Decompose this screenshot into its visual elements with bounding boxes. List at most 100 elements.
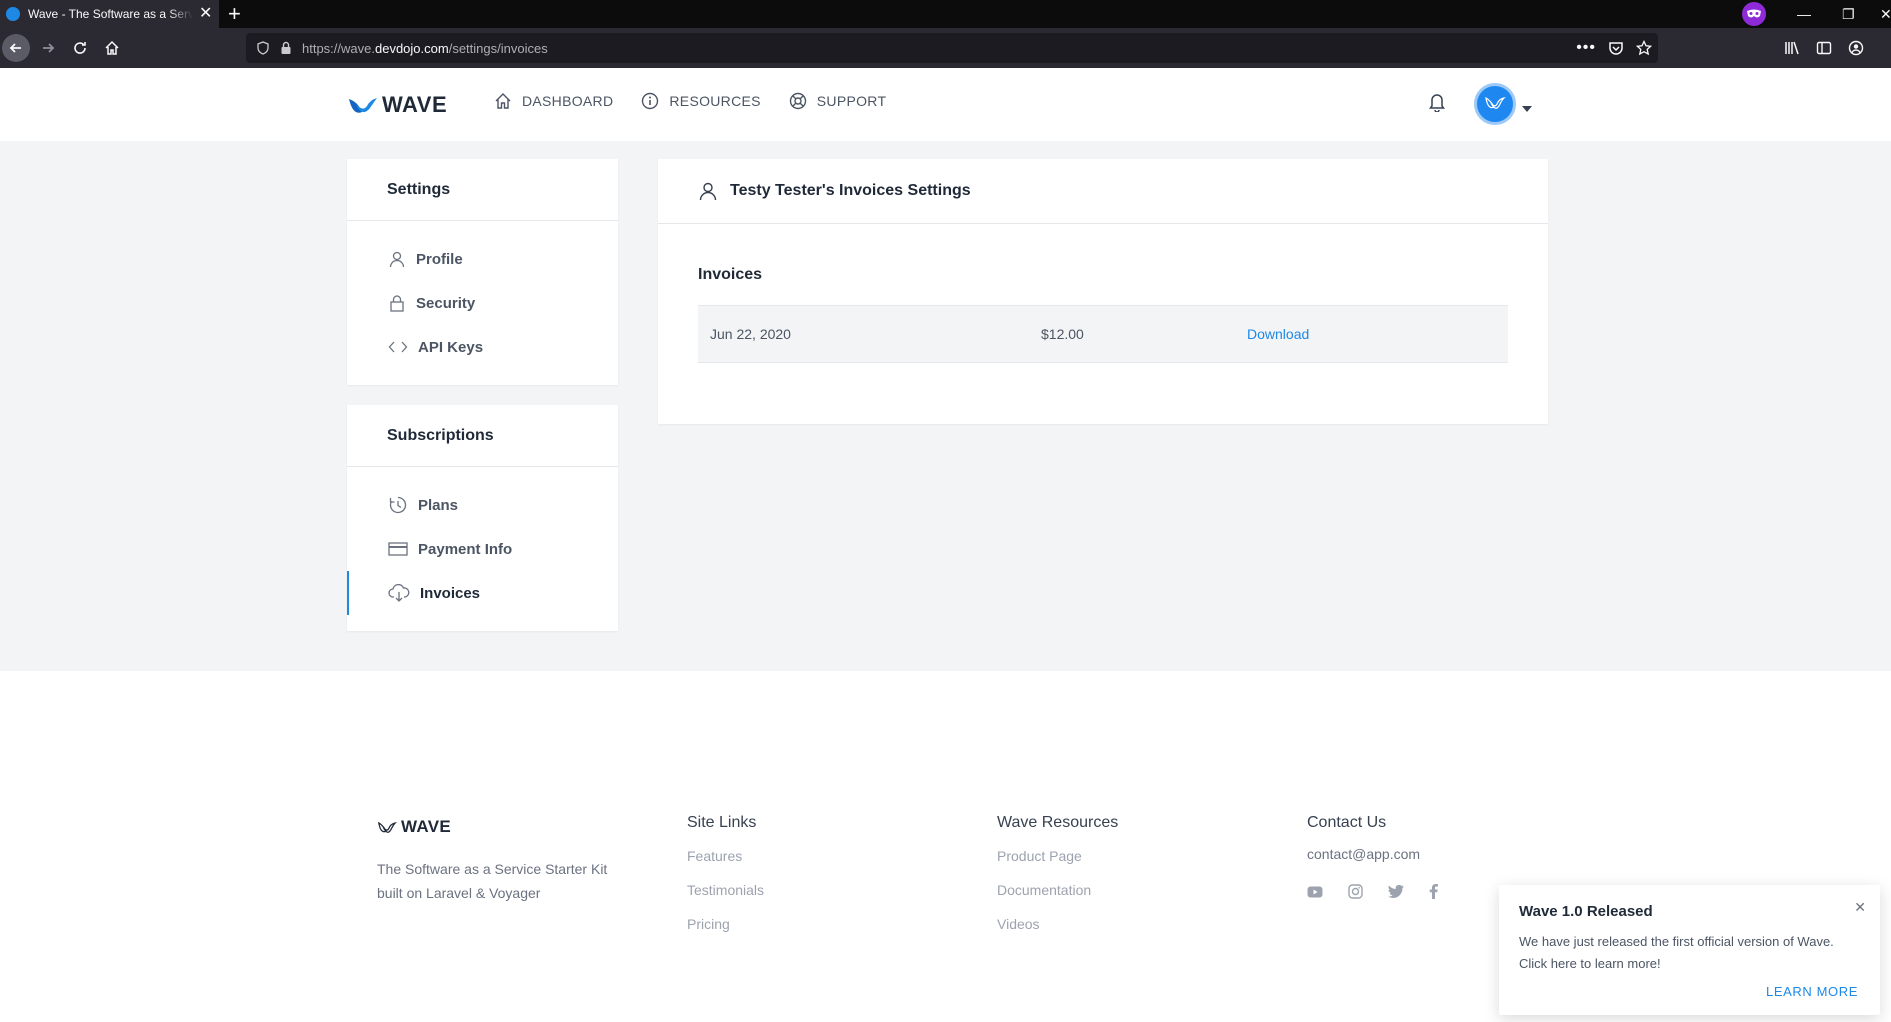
main-nav: DASHBOARD RESOURCES SUPPORT (494, 92, 914, 110)
forward-button[interactable] (34, 34, 62, 62)
lock-icon (281, 41, 291, 54)
page-title: Testy Tester's Invoices Settings (730, 182, 971, 199)
sidebar-item-plans[interactable]: Plans (347, 483, 618, 527)
sidebar-item-label: Payment Info (418, 540, 513, 558)
home-icon (495, 93, 511, 109)
nav-dashboard[interactable]: DASHBOARD (494, 92, 613, 110)
settings-menu-card: Settings Profile Security API Keys (347, 159, 618, 385)
pocket-icon[interactable] (1608, 40, 1624, 56)
lifebuoy-icon (789, 92, 806, 110)
nav-support[interactable]: SUPPORT (789, 92, 887, 110)
clock-icon (389, 496, 407, 514)
instagram-icon[interactable] (1348, 884, 1363, 899)
wave-logo[interactable]: WAVE (348, 92, 447, 118)
cloud-download-icon (388, 584, 410, 602)
account-icon[interactable] (1848, 34, 1864, 62)
lock-icon (390, 295, 404, 312)
notification-title: Wave 1.0 Released (1519, 903, 1653, 920)
address-bar[interactable]: https://wave.devdojo.com/settings/invoic… (246, 33, 1658, 63)
subscriptions-menu-card: Subscriptions Plans Payment Info Invoice… (347, 405, 618, 631)
invoice-amount: $12.00 (1041, 326, 1084, 342)
code-icon (388, 341, 408, 353)
arrow-left-icon (9, 43, 21, 53)
avatar-wave-icon (1485, 96, 1506, 109)
bookmark-star-icon[interactable] (1636, 40, 1652, 56)
youtube-icon[interactable] (1307, 886, 1323, 898)
sidebar-item-invoices[interactable]: Invoices (347, 571, 618, 615)
close-window-icon[interactable]: ✕ (1880, 0, 1891, 28)
sidebar-item-security[interactable]: Security (347, 281, 618, 325)
restore-window-icon[interactable]: ❐ (1842, 0, 1855, 28)
nav-resources-label: RESOURCES (669, 93, 761, 109)
footer-link-testimonials[interactable]: Testimonials (687, 880, 764, 914)
sidebar-item-label: Security (416, 294, 476, 312)
browser-tab-strip: Wave - The Software as a Service Starter… (0, 0, 1891, 28)
footer-site-links: Site Links Features Testimonials Pricing (687, 814, 764, 948)
invoice-download-link[interactable]: Download (1247, 306, 1309, 362)
invoices-table: Jun 22, 2020 $12.00 Download (698, 305, 1508, 363)
sidebar-item-profile[interactable]: Profile (347, 237, 618, 281)
private-browsing-icon (1742, 2, 1766, 26)
credit-card-icon (388, 542, 408, 556)
arrow-right-icon (43, 43, 55, 53)
wave-logo-icon (349, 98, 377, 113)
learn-more-button[interactable]: LEARN MORE (1766, 984, 1858, 999)
minimize-window-icon[interactable]: — (1797, 0, 1811, 28)
page-actions-icon[interactable]: ••• (1576, 39, 1596, 57)
sidebar-item-label: Plans (418, 496, 459, 514)
sidebar-item-label: API Keys (418, 338, 484, 356)
footer-link-documentation[interactable]: Documentation (997, 880, 1118, 914)
close-tab-icon[interactable]: ✕ (199, 6, 212, 22)
invoices-section-title: Invoices (698, 266, 763, 283)
app-header: WAVE DASHBOARD RESOURCES SUPPORT (0, 68, 1891, 141)
url-text: https://wave.devdojo.com/settings/invoic… (302, 40, 548, 56)
back-button[interactable] (2, 34, 30, 62)
shield-icon[interactable] (256, 41, 270, 55)
home-icon (105, 40, 119, 55)
reload-button[interactable] (66, 34, 94, 62)
notifications-bell-icon[interactable] (1428, 92, 1446, 117)
release-notification[interactable]: Wave 1.0 Released ✕ We have just release… (1499, 885, 1880, 1015)
twitter-icon[interactable] (1388, 885, 1404, 898)
user-icon (389, 251, 405, 268)
library-icon[interactable] (1784, 34, 1800, 62)
footer-logo[interactable]: WAVE (377, 817, 451, 837)
settings-main: Settings Profile Security API Keys Subsc… (0, 141, 1891, 671)
footer-contact: Contact Us contact@app.com (1307, 814, 1438, 899)
settings-menu-title: Settings (347, 159, 618, 221)
notification-body: We have just released the first official… (1519, 934, 1834, 971)
subscriptions-menu-title: Subscriptions (347, 405, 618, 467)
facebook-icon[interactable] (1429, 884, 1438, 899)
footer-column-title: Contact Us (1307, 814, 1387, 831)
new-tab-icon[interactable]: + (228, 1, 241, 27)
sidebar-toggle-icon[interactable] (1816, 34, 1832, 62)
nav-resources[interactable]: RESOURCES (641, 92, 760, 110)
sidebar-item-label: Profile (416, 250, 463, 268)
user-menu-caret-icon[interactable] (1522, 99, 1532, 117)
footer-link-features[interactable]: Features (687, 846, 764, 880)
footer-column-title: Wave Resources (997, 814, 1119, 831)
wave-favicon-icon (6, 7, 20, 21)
footer-link-pricing[interactable]: Pricing (687, 914, 764, 948)
browser-tab[interactable]: Wave - The Software as a Service Starter… (0, 0, 219, 28)
info-icon (642, 92, 659, 110)
footer-link-product-page[interactable]: Product Page (997, 846, 1118, 880)
close-icon[interactable]: ✕ (1854, 899, 1866, 916)
sidebar-item-payment-info[interactable]: Payment Info (347, 527, 618, 571)
nav-dashboard-label: DASHBOARD (522, 93, 614, 109)
footer-link-videos[interactable]: Videos (997, 914, 1118, 948)
invoices-card-header: Testy Tester's Invoices Settings (658, 159, 1548, 224)
wave-logo-text: WAVE (382, 92, 448, 117)
sidebar-item-label: Invoices (420, 584, 481, 602)
reload-icon (74, 42, 86, 54)
sidebar-item-api-keys[interactable]: API Keys (347, 325, 618, 369)
wave-logo-icon (377, 821, 397, 833)
social-links (1307, 884, 1438, 899)
invoice-date: Jun 22, 2020 (710, 326, 791, 342)
home-button[interactable] (98, 34, 126, 62)
browser-toolbar: https://wave.devdojo.com/settings/invoic… (0, 28, 1891, 68)
user-avatar[interactable] (1474, 83, 1516, 125)
nav-support-label: SUPPORT (816, 93, 887, 109)
contact-email-link[interactable]: contact@app.com (1307, 846, 1438, 862)
browser-tab-title: Wave - The Software as a Service Starter… (28, 7, 193, 21)
